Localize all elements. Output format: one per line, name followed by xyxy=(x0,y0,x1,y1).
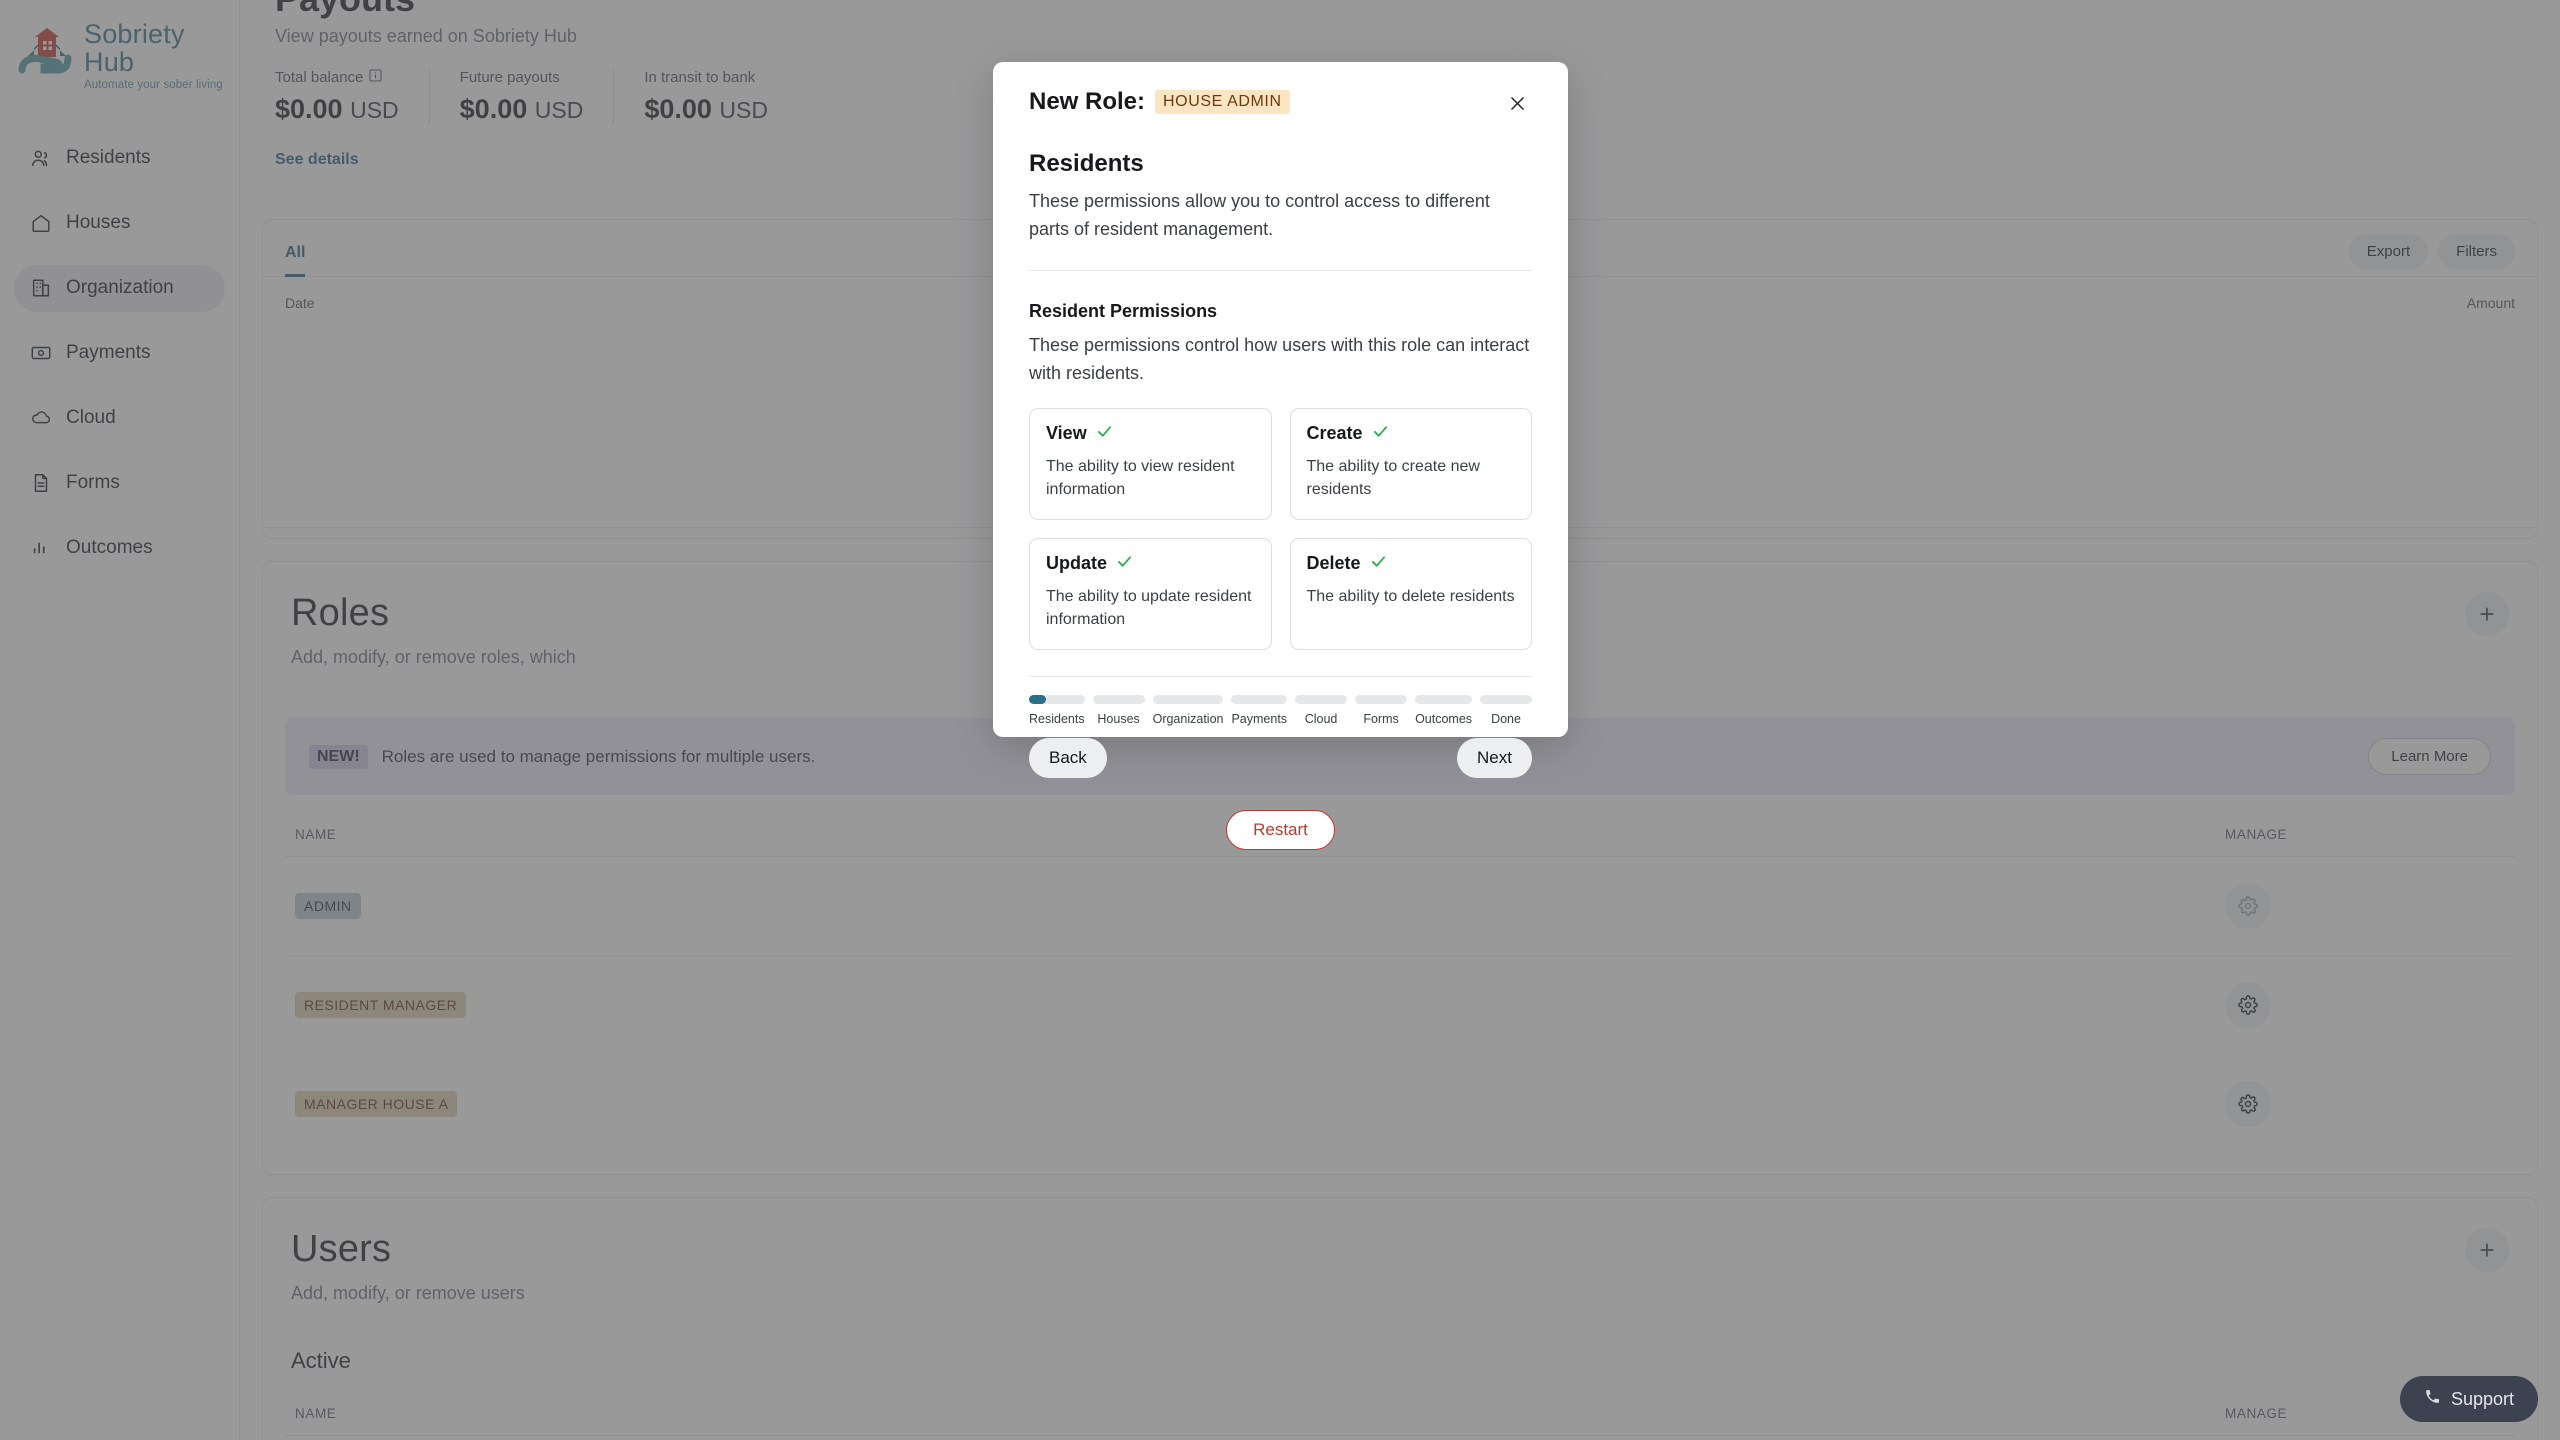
step-label: Residents xyxy=(1029,712,1085,727)
support-label: Support xyxy=(2450,1388,2514,1409)
check-icon xyxy=(1372,423,1389,445)
app-root: Sobriety Hub Automate your sober living … xyxy=(0,0,2560,1440)
role-name-chip: HOUSE ADMIN xyxy=(1155,90,1290,114)
permission-description: The ability to create new residents xyxy=(1306,457,1480,498)
step-bar xyxy=(1480,695,1533,705)
step-houses[interactable]: Houses xyxy=(1092,695,1145,727)
permission-name: Create xyxy=(1306,423,1363,444)
permission-card-delete[interactable]: Delete The ability to delete residents xyxy=(1289,537,1532,651)
modal-title-prefix: New Role: xyxy=(1029,88,1146,115)
step-organization[interactable]: Organization xyxy=(1152,695,1224,727)
restart-button[interactable]: Restart xyxy=(1226,810,1335,851)
step-done[interactable]: Done xyxy=(1480,695,1533,727)
wizard-stepper: Residents Houses Organization Payments C… xyxy=(1029,695,1533,727)
phone-icon xyxy=(2424,1388,2441,1410)
check-icon xyxy=(1370,553,1387,575)
divider xyxy=(1029,676,1532,678)
step-bar xyxy=(1295,695,1348,705)
permissions-grid: View The ability to view resident inform… xyxy=(1029,407,1532,651)
modal-subsection-description: These permissions control how users with… xyxy=(1029,334,1530,383)
step-bar xyxy=(1029,695,1085,705)
step-label: Done xyxy=(1491,712,1521,727)
step-bar xyxy=(1415,695,1473,705)
new-role-modal: New Role: HOUSE ADMIN Residents These pe… xyxy=(993,62,1568,851)
permission-card-update[interactable]: Update The ability to update resident in… xyxy=(1029,537,1272,651)
permission-name: Delete xyxy=(1306,553,1361,574)
step-forms[interactable]: Forms xyxy=(1355,695,1408,727)
step-bar xyxy=(1355,695,1408,705)
step-label: Payments xyxy=(1231,712,1288,727)
step-outcomes[interactable]: Outcomes xyxy=(1415,695,1473,727)
permission-description: The ability to update resident informati… xyxy=(1046,587,1252,629)
step-payments[interactable]: Payments xyxy=(1231,695,1288,727)
modal-nav-buttons: Back Next xyxy=(1029,738,1532,779)
step-bar xyxy=(1231,695,1288,705)
check-icon xyxy=(1096,423,1113,445)
modal-section-heading: Residents xyxy=(1029,150,1144,177)
step-bar xyxy=(1152,695,1224,705)
support-button[interactable]: Support xyxy=(2399,1376,2538,1422)
close-icon[interactable] xyxy=(1502,88,1532,118)
check-icon xyxy=(1116,553,1133,575)
step-label: Cloud xyxy=(1304,712,1338,727)
modal-section-description: These permissions allow you to control a… xyxy=(1029,191,1490,239)
next-button[interactable]: Next xyxy=(1457,738,1532,779)
modal-subsection-heading: Resident Permissions xyxy=(1029,300,1218,321)
permission-name: Update xyxy=(1046,553,1108,574)
permission-card-view[interactable]: View The ability to view resident inform… xyxy=(1029,407,1272,520)
step-bar xyxy=(1092,695,1145,705)
step-label: Forms xyxy=(1363,712,1399,727)
step-label: Houses xyxy=(1097,712,1140,727)
step-label: Organization xyxy=(1152,712,1224,727)
permission-name: View xyxy=(1046,423,1087,444)
step-label: Outcomes xyxy=(1415,712,1473,727)
step-cloud[interactable]: Cloud xyxy=(1295,695,1348,727)
permission-description: The ability to delete residents xyxy=(1306,587,1515,605)
divider xyxy=(1029,269,1532,271)
step-residents[interactable]: Residents xyxy=(1029,695,1085,726)
permission-card-create[interactable]: Create The ability to create new residen… xyxy=(1289,407,1532,520)
back-button[interactable]: Back xyxy=(1029,738,1107,779)
permission-description: The ability to view resident information xyxy=(1046,457,1235,498)
